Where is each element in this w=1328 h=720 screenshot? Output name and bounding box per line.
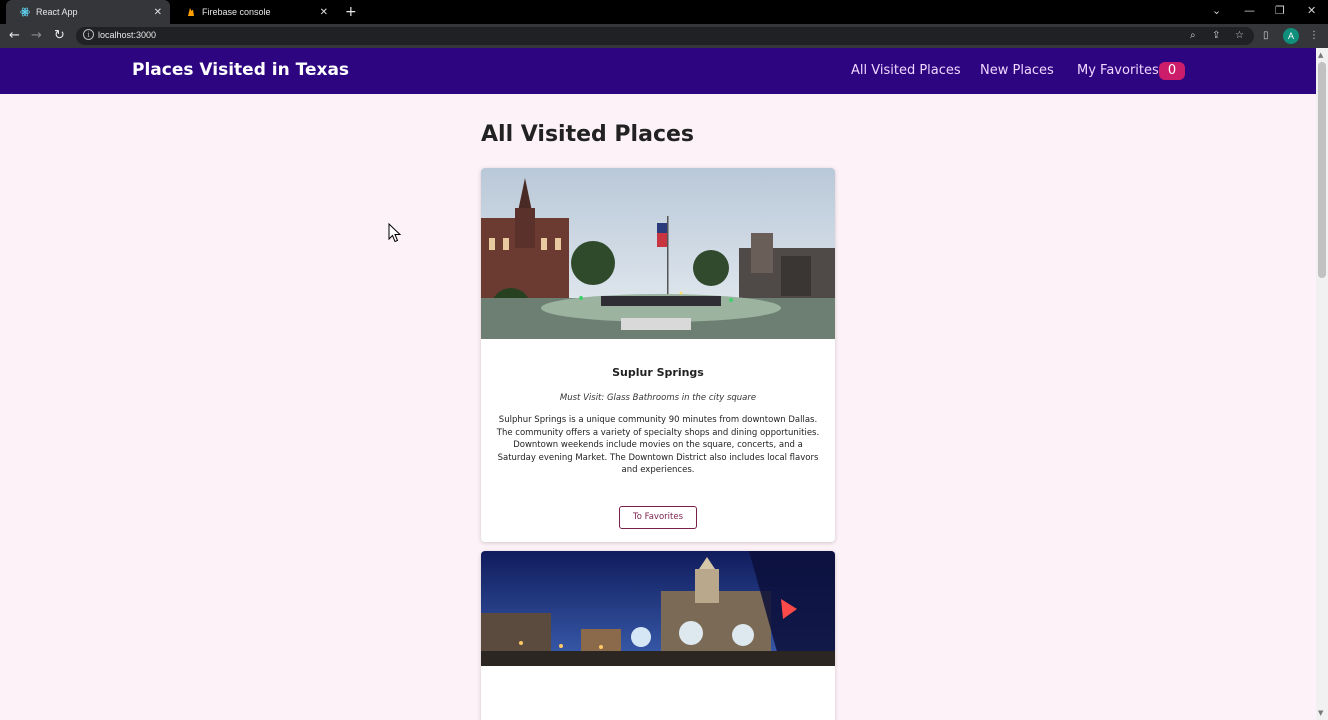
place-image-sulphur-springs <box>481 168 835 339</box>
firebase-icon <box>186 7 196 17</box>
forward-icon[interactable]: → <box>31 28 42 43</box>
url-text[interactable]: localhost:3000 <box>98 30 156 40</box>
back-icon[interactable]: ← <box>9 28 20 43</box>
nav-all-visited-places[interactable]: All Visited Places <box>851 63 961 78</box>
scroll-up-icon[interactable]: ▲ <box>1318 51 1323 59</box>
scroll-down-icon[interactable]: ▼ <box>1318 709 1323 717</box>
card-title: Suplur Springs <box>612 366 704 379</box>
site-info-icon[interactable]: i <box>83 29 94 40</box>
tab-search-icon[interactable]: ⌄ <box>1212 4 1221 17</box>
place-card <box>481 551 835 720</box>
card-description: Sulphur Springs is a unique community 90… <box>496 415 820 475</box>
card-subtitle: Must Visit: Glass Bathrooms in the city … <box>559 393 757 403</box>
to-favorites-button[interactable]: To Favorites <box>619 506 697 529</box>
tab-firebase-console[interactable]: Firebase console ✕ <box>172 0 336 24</box>
mouse-cursor-icon <box>388 222 402 247</box>
bookmark-star-icon[interactable]: ☆ <box>1235 30 1244 41</box>
tab-title: React App <box>36 7 78 17</box>
close-tab-icon[interactable]: ✕ <box>320 7 328 18</box>
app-header: Places Visited in Texas All Visited Plac… <box>0 48 1316 94</box>
page-title: All Visited Places <box>481 122 694 147</box>
close-tab-icon[interactable]: ✕ <box>154 7 162 18</box>
browser-tab-bar: React App ✕ Firebase console ✕ + ⌄ — ❐ ✕ <box>0 0 1328 24</box>
page-scrollbar[interactable]: ▲ ▼ <box>1316 48 1328 720</box>
share-icon[interactable]: ⇪ <box>1212 30 1220 41</box>
react-icon <box>20 7 30 17</box>
place-image-courthouse-night <box>481 551 835 666</box>
address-bar[interactable]: i localhost:3000 ⌕ ⇪ ☆ <box>76 27 1254 45</box>
tab-title: Firebase console <box>202 7 271 17</box>
browser-menu-icon[interactable]: ⋮ <box>1309 30 1319 41</box>
close-window-icon[interactable]: ✕ <box>1307 4 1316 17</box>
zoom-icon[interactable]: ⌕ <box>1190 30 1196 41</box>
profile-avatar[interactable]: A <box>1283 28 1299 44</box>
tab-react-app[interactable]: React App ✕ <box>6 0 170 24</box>
nav-my-favorites[interactable]: My Favorites <box>1077 63 1159 78</box>
restore-icon[interactable]: ❐ <box>1275 4 1285 17</box>
reload-icon[interactable]: ↻ <box>54 28 65 43</box>
side-panel-icon[interactable]: ▯ <box>1263 30 1269 41</box>
minimize-icon[interactable]: — <box>1244 4 1255 17</box>
browser-toolbar: ← → ↻ i localhost:3000 ⌕ ⇪ ☆ ▯ A ⋮ <box>0 24 1328 48</box>
scroll-thumb[interactable] <box>1318 62 1326 278</box>
new-tab-button[interactable]: + <box>345 4 357 20</box>
favorites-count-badge[interactable]: 0 <box>1159 62 1185 80</box>
place-card: Suplur Springs Must Visit: Glass Bathroo… <box>481 168 835 542</box>
nav-new-places[interactable]: New Places <box>980 63 1054 78</box>
app-logo: Places Visited in Texas <box>132 60 350 80</box>
app-page: Places Visited in Texas All Visited Plac… <box>0 48 1316 720</box>
